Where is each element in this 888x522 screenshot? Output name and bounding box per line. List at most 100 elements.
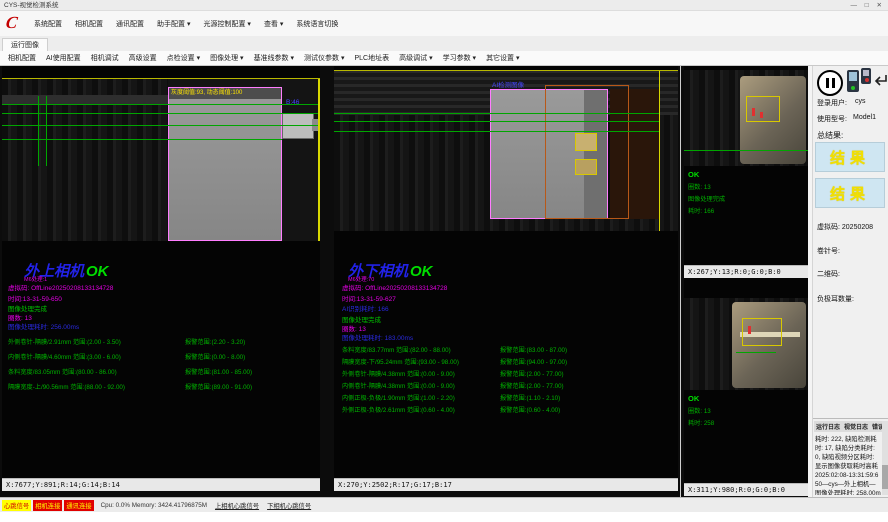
app-window: CYS-视觉检测系统 — □ ✕ C 系统配置相机配置通讯配置助手配置 ▾光源控… (0, 0, 888, 522)
tab-strip: 运行图像 (0, 36, 888, 52)
camera-connect-badge: 相机连接 (33, 500, 62, 511)
measurement-row: 外侧卷针-隔膜/4.38mm 范围:(0.00 - 9.00)报警范围:(2.0… (342, 369, 678, 381)
menu-bar: C 系统配置 相机配置 通讯配置 助手配置 ▾ 光源控制配置 ▾ 查看 ▾ 系统语言切换 (0, 11, 888, 37)
toolbar-item[interactable]: 图像处理 ▾ (210, 53, 243, 63)
log-scrollbar[interactable] (882, 421, 888, 495)
lower-camera-heartbeat-link[interactable]: 下相机心跳信号 (267, 501, 311, 510)
toolbar: 相机配置 AI使用配置相机调试高级设置点检设置 ▾ 图像处理 ▾ 基准线参数 ▾ 测试仪… (0, 51, 888, 66)
camera-device-icon[interactable] (847, 70, 859, 92)
mini-result-line: 图像处理完成 (688, 194, 725, 203)
result-box-upper: 结果 (815, 142, 885, 172)
maximize-button[interactable]: □ (865, 2, 872, 9)
menu-item[interactable]: 系统配置 (34, 19, 62, 29)
pause-button[interactable] (817, 70, 843, 96)
total-result-label: 总结果: (817, 130, 843, 141)
measurement-row: 内侧卷针-隔膜/4.60mm 范围:(3.00 - 6.00)报警范围:(0.0… (8, 352, 320, 367)
tab-run-image[interactable]: 运行图像 (2, 38, 48, 52)
toolbar-item[interactable]: 高级调试 ▾ (399, 53, 432, 63)
result-box-lower: 结果 (815, 178, 885, 208)
window-title: CYS-视觉检测系统 (4, 2, 59, 9)
needle-number-label: 卷针号: (817, 246, 840, 256)
model-label: 使用型号: (817, 114, 847, 124)
menu-item[interactable]: 助手配置 ▾ (157, 19, 190, 29)
elapsed-line: 图像处理耗时: 183.00ms (342, 332, 413, 342)
log-text: 耗时: 222, 缺陷检测耗时: 17, 缺陷分类耗时: 0, 缺陷视频分区耗时… (815, 435, 881, 495)
toolbar-item[interactable]: 学习参数 ▾ (443, 53, 476, 63)
detected-cell-block: 灰度阈值:93, 动态阈值:100 (168, 87, 282, 241)
elapsed-line: 图像处理耗时: 256.00ms (8, 321, 79, 331)
user-label: 登录用户: (817, 98, 847, 108)
virtual-code-label: 虚拟码: 20250208 (817, 222, 873, 232)
user-value: cys (855, 98, 866, 105)
toolbar-item[interactable]: 相机配置 (8, 53, 36, 63)
menu-item[interactable]: 相机配置 (75, 19, 103, 29)
measurement-row: 外侧卷针-隔膜/2.91mm 范围:(2.00 - 3.50)报警范围:(2.2… (8, 337, 320, 352)
coordinate-status-middle: X:270;Y:2502;R:17;G:17;B:17 (334, 478, 678, 491)
coordinate-status-left: X:7677;Y:891;R:14;G:14;B:14 (2, 478, 320, 491)
time-line: 时间:13-31-59-627 (342, 293, 396, 303)
nozzle-part (282, 113, 314, 139)
toolbar-item[interactable]: 高级设置 (129, 53, 157, 63)
measurement-row: 隔膜宽度-下/95.24mm 范围:(93.00 - 98.00)报警范围:(9… (342, 357, 678, 369)
toolbar-item[interactable]: AI使用配置 (46, 53, 81, 63)
upper-camera-heartbeat-link[interactable]: 上相机心跳信号 (215, 501, 259, 510)
ok-status: OK (86, 263, 109, 280)
toolbar-item[interactable]: 点检设置 ▾ (167, 53, 200, 63)
sub-camera-image-bottom[interactable] (684, 298, 808, 390)
coordinate-status-right-bottom: X:311;Y:980;R:0;G:0;B:0 (684, 483, 808, 496)
close-button[interactable]: ✕ (877, 2, 885, 9)
sub-camera-panel-top: OK 圈数: 13 图像处理完成耗时: 166 (684, 66, 808, 265)
mini-result-line: 耗时: 258 (688, 418, 714, 427)
menu-item[interactable]: 系统语言切换 (296, 19, 338, 29)
ai-elapsed-line: AI识别耗时: 166 (342, 303, 389, 313)
qrcode-label: 二维码: (817, 269, 840, 279)
panel-separator (680, 66, 681, 497)
time-line: 时间:13-31-59-650 (8, 293, 62, 303)
menu-item[interactable]: 光源控制配置 ▾ (203, 19, 250, 29)
mini-result-line: OK (688, 394, 714, 403)
measurement-row: 外侧正极-负极/2.61mm 范围:(0.60 - 4.00)报警范围:(0.6… (342, 405, 678, 417)
measurement-row: 条料宽度/83.77mm 范围:(82.00 - 88.00)报警范围:(83.… (342, 345, 678, 357)
menu-item[interactable]: 通讯配置 (116, 19, 144, 29)
log-tab[interactable]: 视觉日志 (844, 422, 868, 431)
sub-camera-panel-bottom: OK 圈数: 13 耗时: 258 (684, 278, 808, 483)
mini-result-line: 圈数: 13 (688, 182, 725, 191)
coordinate-status-right-top: X:267;Y:13;R:0;G:0;B:0 (684, 265, 808, 278)
toolbar-item[interactable]: 相机调试 (91, 53, 119, 63)
model-value: Model1 (853, 114, 876, 121)
ok-status: OK (410, 263, 433, 280)
toolbar-item[interactable]: 基准线参数 ▾ (254, 53, 294, 63)
menu-item[interactable]: 查看 ▾ (264, 19, 283, 29)
log-scrollbar-thumb[interactable] (882, 465, 888, 489)
comm-connect-badge: 通讯连接 (64, 500, 93, 511)
measurement-row: 条料宽度/83.05mm 范围:(80.00 - 86.00)报警范围:(81.… (8, 367, 320, 382)
toolbar-item[interactable]: PLC地址表 (355, 53, 390, 63)
heartbeat-badge: 心跳信号 (2, 500, 31, 511)
toolbar-item[interactable]: 其它设置 ▾ (486, 53, 519, 63)
barcode-line: 虚拟码: OffLine20250208133134728 (342, 282, 447, 292)
ai-roi-box (545, 85, 629, 219)
sub-camera-image-top[interactable] (684, 70, 808, 166)
return-arrow-icon[interactable] (871, 72, 888, 95)
mini-result-line: 圈数: 13 (688, 406, 714, 415)
measurement-row: 内侧正极-负极/1.90mm 范围:(1.00 - 2.20)报警范围:(1.1… (342, 393, 678, 405)
ai-image-label: AI检测图像 (492, 79, 524, 89)
camera-image-upper[interactable]: 灰度阈值:93, 动态阈值:100 B:46 (2, 78, 320, 241)
barcode-line: 虚拟码: OffLine20250208133134728 (8, 282, 113, 292)
measurement-row: 内侧卷针-隔膜/4.38mm 范围:(0.00 - 9.00)报警范围:(2.0… (342, 381, 678, 393)
mini-result-line: 耗时: 166 (688, 206, 725, 215)
minimize-button[interactable]: — (850, 2, 860, 9)
camera-panel-lower: AI检测图像 外下相机OK M6处理:70 虚拟码: OffLine202502… (334, 66, 678, 478)
mini-result-line: OK (688, 170, 725, 179)
measurement-row: 隔膜宽度-上/90.56mm 范围:(88.00 - 92.00)报警范围:(8… (8, 382, 320, 397)
status-bar: 心跳信号 相机连接 通讯连接 Cpu: 0.0% Memory: 3424.41… (0, 497, 888, 512)
app-logo-icon: C (5, 13, 28, 33)
cpu-memory-text: Cpu: 0.0% Memory: 3424.41796875M (101, 502, 207, 509)
toolbar-item[interactable]: 测试仪参数 ▾ (304, 53, 344, 63)
camera-image-lower[interactable]: AI检测图像 (334, 70, 678, 231)
log-tab[interactable]: 运行日志 (816, 422, 840, 431)
monitor-device-icon[interactable] (861, 68, 871, 84)
window-titlebar: CYS-视觉检测系统 — □ ✕ (0, 0, 888, 11)
threshold-overlay-label: 灰度阈值:93, 动态阈值:100 (169, 88, 281, 99)
divider (813, 418, 888, 419)
